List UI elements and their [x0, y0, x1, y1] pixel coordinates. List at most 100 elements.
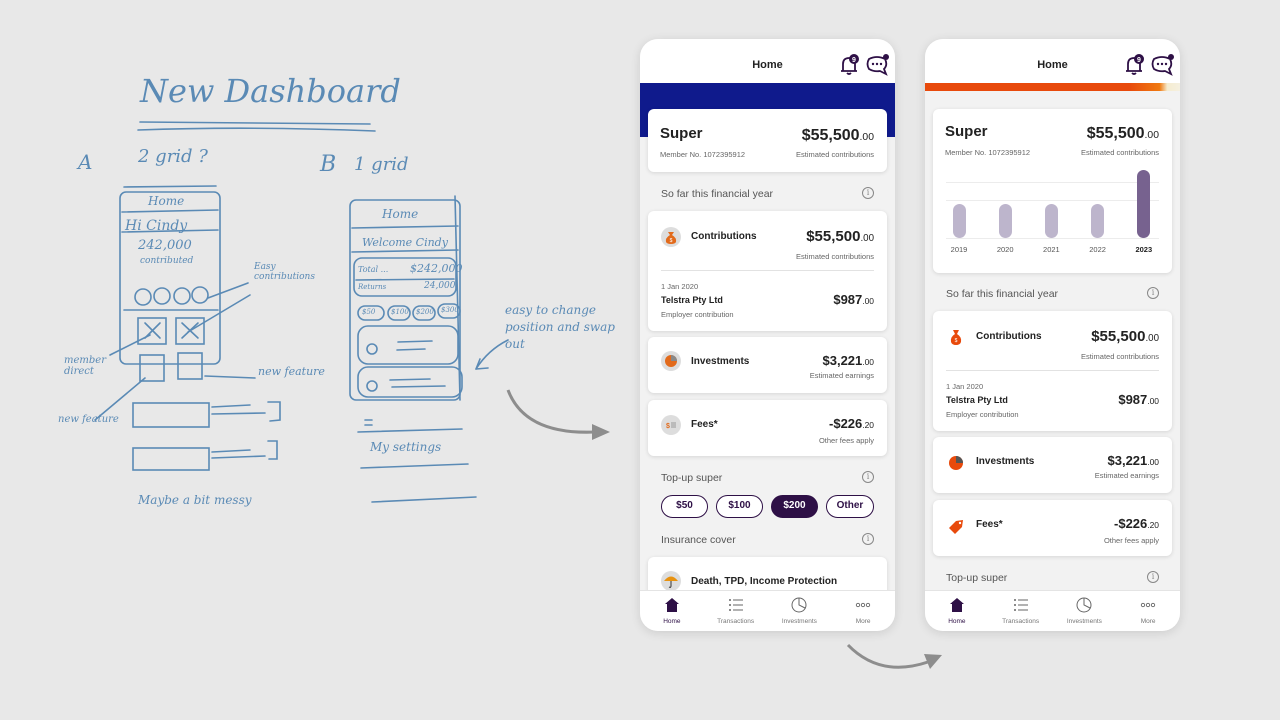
info-icon[interactable]: i: [862, 187, 874, 199]
section-label: Insurance cover: [661, 534, 736, 546]
chart-x-label: 2021: [1043, 245, 1060, 254]
amount-cents: .00: [862, 296, 874, 306]
chart-bar-2020: [998, 204, 1012, 238]
chat-icon[interactable]: [865, 54, 889, 76]
section-label: So far this financial year: [661, 188, 774, 200]
app-header: Home 9: [925, 39, 1180, 83]
pie-chart-icon: [791, 597, 807, 613]
sketch-wireframes: New Dashboard A 2 grid ? B 1 grid Home H…: [0, 0, 640, 720]
contributions-caption: Estimated contributions: [796, 252, 874, 261]
amount-main: $55,500: [806, 228, 861, 245]
section-financial-year: So far this financial year i: [661, 187, 874, 200]
insurance-label: Death, TPD, Income Protection: [691, 576, 838, 587]
amount-main: $987: [833, 292, 863, 307]
super-title: Super: [660, 125, 703, 142]
money-bag-icon: $: [661, 227, 681, 247]
fees-label: Fees*: [691, 419, 718, 430]
section-label: So far this financial year: [946, 288, 1059, 300]
info-icon[interactable]: i: [1147, 571, 1159, 583]
investments-caption: Estimated earnings: [809, 371, 874, 380]
super-card[interactable]: Super $55,500.00 Member No. 1072395912 E…: [648, 109, 887, 172]
tab-home[interactable]: Home: [640, 591, 704, 631]
contributions-label: Contributions: [976, 331, 1042, 342]
list-icon: [728, 599, 743, 611]
tab-transactions[interactable]: Transactions: [989, 591, 1053, 631]
divider: [946, 370, 1159, 371]
section-topup: Top-up super i: [946, 571, 1159, 584]
tab-label: Investments: [1066, 618, 1102, 625]
contributions-amount: $55,500.00: [806, 228, 874, 245]
amount-cents: .00: [1147, 457, 1159, 467]
sketch-b-returns-label: Returns: [358, 283, 387, 291]
home-icon: [664, 598, 679, 612]
info-icon[interactable]: i: [862, 533, 874, 545]
transaction-amount: $987.00: [833, 292, 874, 307]
bell-icon[interactable]: 9: [1123, 54, 1145, 76]
tab-investments[interactable]: Investments: [768, 591, 832, 631]
tab-investments[interactable]: Investments: [1053, 591, 1117, 631]
section-insurance: Insurance cover i: [661, 533, 874, 546]
sketch-pill: $300: [441, 306, 459, 314]
phone-mockup-orange: Home 9 Super $55,500.00 Member No. 10723…: [925, 39, 1180, 631]
bottom-tab-bar: Home Transactions Investments More: [925, 590, 1180, 631]
super-chart-card[interactable]: Super $55,500.00 Member No. 1072395912 E…: [933, 109, 1172, 273]
chart-bar-2021: [1044, 204, 1058, 238]
bell-icon[interactable]: 9: [838, 54, 860, 76]
topup-option[interactable]: $50: [661, 495, 708, 518]
chart-bar-2019: [952, 204, 966, 238]
section-financial-year: So far this financial year i: [946, 287, 1159, 300]
contributions-card[interactable]: $ Contributions $55,500.00 Estimated con…: [648, 211, 887, 331]
svg-text:$: $: [670, 238, 673, 244]
sketch-pill: $50: [362, 308, 376, 316]
sketch-b-header: Home: [382, 207, 419, 221]
sketch-pill: $200: [416, 308, 434, 316]
arrow-icon: [846, 643, 942, 669]
info-icon[interactable]: i: [862, 471, 874, 483]
fees-amount: -$226.20: [1114, 516, 1159, 531]
topup-option[interactable]: Other: [826, 495, 874, 518]
tab-home[interactable]: Home: [925, 591, 989, 631]
super-caption: Estimated contributions: [796, 150, 874, 159]
contributions-amount: $55,500.00: [1091, 328, 1159, 345]
transaction-type: Employer contribution: [946, 410, 1019, 419]
sketch-phone-b: [349, 199, 461, 401]
contributions-card[interactable]: $ Contributions $55,500.00 Estimated con…: [933, 311, 1172, 431]
chart-x-label: 2020: [996, 245, 1014, 254]
info-icon[interactable]: i: [1147, 287, 1159, 299]
amount-cents: .00: [860, 233, 874, 244]
sketch-a-caption: contributed: [140, 256, 194, 266]
title-underline: [139, 121, 371, 125]
chart-bar-2022: [1091, 204, 1105, 238]
tab-more[interactable]: More: [1116, 591, 1180, 631]
option-b-desc: 1 grid: [354, 154, 409, 175]
tab-transactions[interactable]: Transactions: [704, 591, 768, 631]
amount-cents: .00: [1147, 396, 1159, 406]
amount-cents: .20: [862, 420, 874, 430]
fees-card[interactable]: $ Fees* -$226.20 Other fees apply: [648, 400, 887, 456]
sketch-title: New Dashboard: [140, 72, 401, 110]
fees-card[interactable]: Fees* -$226.20 Other fees apply: [933, 500, 1172, 556]
member-number: Member No. 1072395912: [660, 150, 746, 159]
more-icon: [855, 602, 871, 608]
investments-card[interactable]: Investments $3,221.00 Estimated earnings: [648, 337, 887, 393]
investments-card[interactable]: Investments $3,221.00 Estimated earnings: [933, 437, 1172, 493]
fees-caption: Other fees apply: [1103, 536, 1159, 545]
pie-chart-icon: [946, 453, 966, 473]
app-header: Home 9: [640, 39, 895, 83]
contributions-bar-chart: 2019 2020 2021 2022 2023: [933, 109, 1172, 273]
investments-amount: $3,221.00: [823, 353, 875, 368]
contributions-label: Contributions: [691, 231, 757, 242]
list-icon: [1013, 599, 1028, 611]
contributions-caption: Estimated contributions: [1081, 352, 1159, 361]
amount-cents: .00: [1145, 333, 1159, 344]
sketch-b-greeting: Welcome Cindy: [362, 236, 448, 249]
svg-text:$: $: [955, 338, 958, 344]
tab-more[interactable]: More: [831, 591, 895, 631]
chat-icon[interactable]: [1150, 54, 1174, 76]
amount-main: $55,500: [801, 127, 860, 144]
transaction-name: Telstra Pty Ltd: [946, 395, 1008, 405]
pie-chart-icon: [1076, 597, 1092, 613]
chart-bar-2023: [1137, 170, 1151, 238]
topup-option[interactable]: $100: [716, 495, 763, 518]
topup-option-selected[interactable]: $200: [771, 495, 818, 518]
